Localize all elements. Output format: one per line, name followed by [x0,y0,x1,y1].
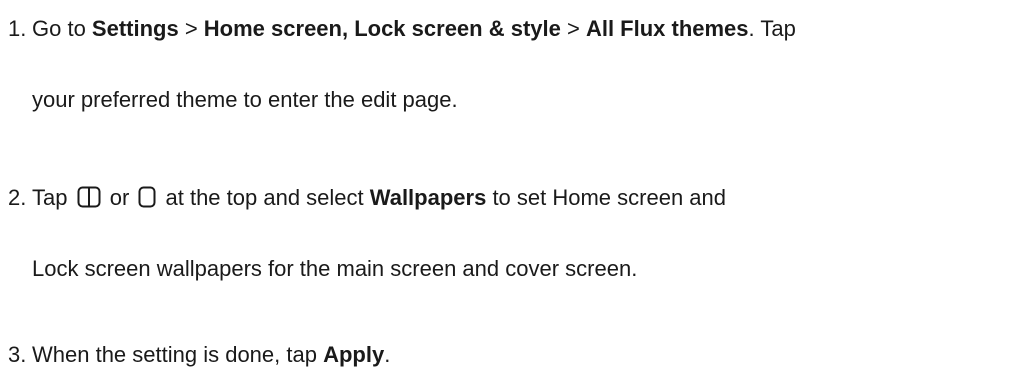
step-text: . [384,342,391,367]
step-1-line-2: your preferred theme to enter the edit p… [32,85,458,115]
dual-screen-icon [77,186,101,216]
home-screen-menu-path: Home screen, Lock screen & style [203,16,561,41]
path-separator: > [178,16,204,41]
step-number: 1. [8,16,27,41]
step-number: 2. [8,185,27,210]
step-2-line-2: Lock screen wallpapers for the main scre… [32,254,637,284]
step-text: Tap [32,185,74,210]
settings-menu-path: Settings [91,16,179,41]
wallpapers-option: Wallpapers [369,185,487,210]
step-text: When the setting is done, tap [32,342,324,367]
flux-themes-menu-path: All Flux themes [585,16,749,41]
step-2-line-1: 2. Tap or at the top and select Wallpaper… [0,183,726,213]
step-text: Lock screen wallpapers for the main scre… [32,256,638,281]
step-text: at the top and select [159,185,370,210]
step-text: your preferred theme to enter the edit p… [32,87,458,112]
step-1-line-1: 1. Go to Settings > Home screen, Lock scr… [0,14,796,44]
step-text: Go to [32,16,92,41]
path-separator: > [560,16,586,41]
step-text: or [103,185,136,210]
step-number: 3. [8,342,27,367]
step-3-line-1: 3. When the setting is done, tap Apply. [0,340,390,370]
step-text: to set Home screen and [486,185,727,210]
apply-option: Apply [323,342,385,367]
single-screen-icon [138,186,156,216]
step-text: . Tap [748,16,796,41]
